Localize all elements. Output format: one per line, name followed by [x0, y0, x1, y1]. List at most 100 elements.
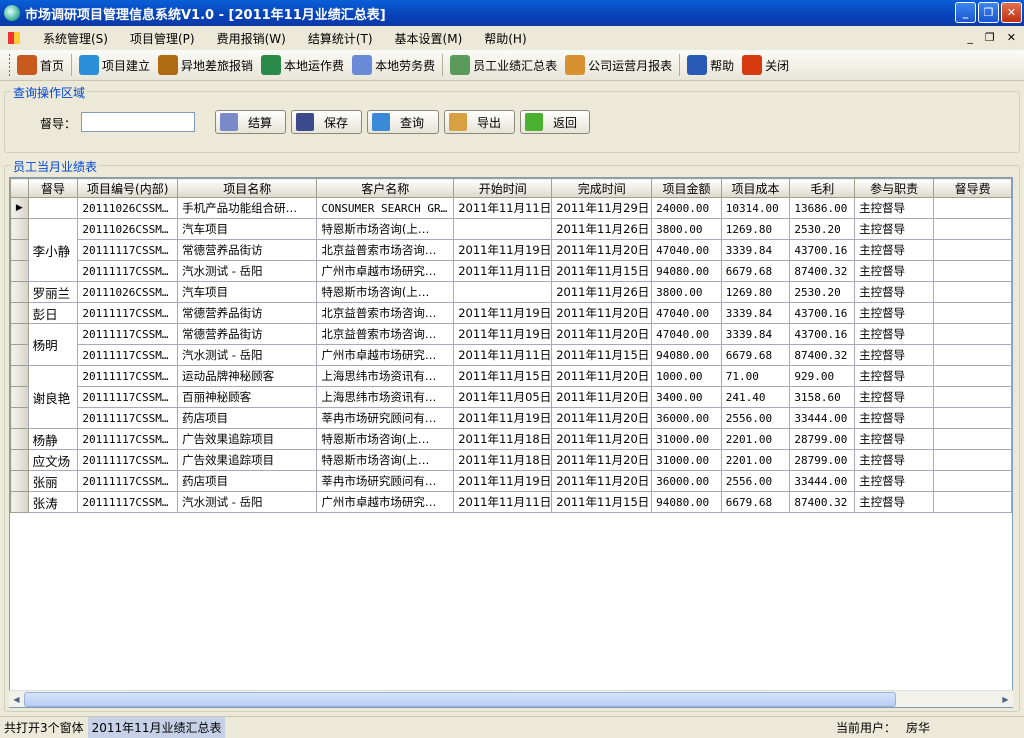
toolbar-button-phone-globe[interactable]: 本地运作费 [257, 52, 348, 78]
table-cell [453, 281, 553, 303]
table-cell: 主控督导 [854, 239, 935, 261]
button-label: 导出 [477, 115, 502, 130]
table-row[interactable]: 李小静 20111026CSSM… 汽车项目 特恩斯市场咨询(上… 2011年11月26… [10, 218, 1012, 282]
column-header[interactable]: 项目编号(内部) [77, 178, 179, 198]
table-row[interactable]: 应文炀 20111117CSSM… 广告效果追踪项目 特恩斯市场咨询(上… 2011年1… [10, 449, 1012, 471]
row-selector[interactable]: ▶ [10, 197, 29, 219]
table-row[interactable]: 20111117CSSM… 汽水测试 - 岳阳 广州市卓越市场研究… 2011年11月… [10, 344, 1012, 366]
table-cell: 20111026CSSM… [77, 197, 179, 219]
settle-button[interactable]: 结算 [215, 110, 286, 134]
supervisor-input[interactable] [81, 112, 195, 132]
row-selector[interactable] [10, 365, 29, 387]
table-row[interactable]: 20111117CSSM… 常德营养品街访 北京益普索市场咨询… 2011年11月19… [10, 239, 1012, 261]
column-header[interactable]: 督导 [27, 178, 79, 198]
menu-help[interactable]: 帮助(H) [473, 30, 537, 47]
table-cell: 20111117CSSM… [77, 365, 179, 387]
table-cell: 20111117CSSM… [77, 344, 179, 366]
row-selector[interactable] [10, 407, 29, 429]
toolbar-button-label: 本地运作费 [284, 58, 345, 73]
performance-grid[interactable]: 督导 项目编号(内部) 项目名称 客户名称 开始时间 完成时间 项目金额 项目成本 毛利 参与职责… [9, 177, 1013, 708]
active-window-tab[interactable]: 2011年11月业绩汇总表 [87, 717, 226, 738]
row-selector[interactable] [10, 260, 29, 282]
table-cell: 47040.00 [651, 302, 722, 324]
menu-expense[interactable]: 费用报销(W) [206, 30, 297, 47]
table-row[interactable]: 张涛 20111117CSSM… 汽水测试 - 岳阳 广州市卓越市场研究… 2011年1… [10, 491, 1012, 513]
toolbar-button-help[interactable]: 帮助 [683, 52, 738, 78]
row-selector[interactable] [10, 386, 29, 408]
table-row[interactable]: 谢良艳 20111117CSSM… 运动品牌神秘顾客 上海思纬市场资讯有… 2011年1… [10, 365, 1012, 429]
table-row[interactable]: 张丽 20111117CSSM… 药店项目 莘冉市场研究顾问有… 2011年11月19日… [10, 470, 1012, 492]
toolbar-grip[interactable] [9, 54, 10, 76]
minimize-button[interactable]: _ [955, 2, 976, 23]
table-cell: 1269.80 [720, 281, 791, 303]
row-selector[interactable] [10, 449, 29, 471]
column-header[interactable]: 督导费 [933, 178, 1012, 198]
child-minimize-button[interactable]: _ [967, 31, 973, 44]
table-cell: 20111117CSSM… [77, 491, 179, 513]
toolbar-button-scanner[interactable]: 本地劳务费 [348, 52, 439, 78]
title-bar: 市场调研项目管理信息系统V1.0 - [2011年11月业绩汇总表] _ ❐ ✕ [0, 0, 1024, 26]
toolbar-button-power[interactable]: 关闭 [738, 52, 793, 78]
row-selector[interactable] [10, 491, 29, 513]
row-selector[interactable] [10, 239, 29, 261]
table-cell: 主控督导 [854, 197, 935, 219]
table-cell [933, 260, 1012, 282]
column-header[interactable]: 项目名称 [177, 178, 318, 198]
column-header[interactable]: 客户名称 [316, 178, 455, 198]
row-selector[interactable] [10, 218, 29, 240]
table-row[interactable]: 罗丽兰 20111026CSSM… 汽车项目 特恩斯市场咨询(上… 2011年11月26… [10, 281, 1012, 303]
table-row[interactable]: 杨明 20111117CSSM… 常德营养品街访 北京益普索市场咨询… 2011年11月… [10, 323, 1012, 366]
table-cell: 2011年11月15日 [551, 344, 653, 366]
toolbar-button-report[interactable]: 公司运营月报表 [561, 52, 676, 78]
arrow-right-button[interactable]: 返回 [520, 110, 590, 134]
column-header[interactable]: 参与职责 [854, 178, 935, 198]
row-selector[interactable] [10, 323, 29, 345]
close-button[interactable]: ✕ [1001, 2, 1022, 23]
row-selector[interactable] [10, 344, 29, 366]
column-header[interactable]: 项目金额 [651, 178, 722, 198]
toolbar-button-excel[interactable]: 员工业绩汇总表 [446, 52, 561, 78]
mdi-child-icon[interactable] [8, 32, 20, 44]
menu-settlement[interactable]: 结算统计(T) [297, 30, 384, 47]
column-header[interactable]: 毛利 [789, 178, 856, 198]
button-label: 结算 [248, 115, 273, 130]
table-cell: 87400.32 [789, 344, 856, 366]
child-close-button[interactable]: ✕ [1007, 31, 1016, 44]
supervisor-label: 督导： [40, 117, 77, 131]
menu-system[interactable]: 系统管理(S) [32, 30, 119, 47]
scroll-thumb[interactable] [24, 692, 896, 707]
horizontal-scrollbar[interactable]: ◀ ▶ [9, 690, 1013, 707]
menu-settings[interactable]: 基本设置(M) [384, 30, 474, 47]
row-selector[interactable] [10, 470, 29, 492]
toolbar-separator [679, 54, 681, 76]
row-selector[interactable] [10, 302, 29, 324]
scroll-left-arrow-icon[interactable]: ◀ [9, 692, 24, 707]
toolbar-button-label: 公司运营月报表 [588, 58, 673, 73]
toolbar-button-globe[interactable]: 项目建立 [75, 52, 154, 78]
toolbar-button-home[interactable]: 首页 [13, 52, 68, 78]
button-label: 保存 [324, 115, 349, 130]
table-cell: 94080.00 [651, 260, 722, 282]
table-row[interactable]: ▶ 20111026CSSM… 手机产品功能组合研… CONSUMER SEARCH … [10, 197, 1012, 219]
table-cell: 药店项目 [177, 470, 318, 492]
column-header[interactable]: 项目成本 [720, 178, 791, 198]
toolbar-button-briefcase[interactable]: 异地差旅报销 [154, 52, 257, 78]
menu-project[interactable]: 项目管理(P) [119, 30, 206, 47]
column-header[interactable]: 完成时间 [551, 178, 653, 198]
table-row[interactable]: 20111117CSSM… 药店项目 莘冉市场研究顾问有… 2011年11月19日 20… [10, 407, 1012, 429]
table-row[interactable]: 彭日 20111117CSSM… 常德营养品街访 北京益普索市场咨询… 2011年11月… [10, 302, 1012, 324]
table-cell: 主控督导 [854, 344, 935, 366]
scroll-right-arrow-icon[interactable]: ▶ [998, 692, 1013, 707]
magnifier-button[interactable]: 查询 [367, 110, 439, 134]
child-restore-button[interactable]: ❐ [985, 31, 995, 44]
table-row[interactable]: 杨静 20111117CSSM… 广告效果追踪项目 特恩斯市场咨询(上… 2011年11… [10, 428, 1012, 450]
table-row[interactable]: 20111117CSSM… 百丽神秘顾客 上海思纬市场资讯有… 2011年11月05日… [10, 386, 1012, 408]
column-header[interactable]: 开始时间 [453, 178, 553, 198]
restore-button[interactable]: ❐ [978, 2, 999, 23]
export-button[interactable]: 导出 [444, 110, 515, 134]
row-selector[interactable] [10, 281, 29, 303]
table-cell: 2556.00 [720, 407, 791, 429]
floppy-button[interactable]: 保存 [291, 110, 362, 134]
table-row[interactable]: 20111117CSSM… 汽水测试 - 岳阳 广州市卓越市场研究… 2011年11月… [10, 260, 1012, 282]
row-selector[interactable] [10, 428, 29, 450]
